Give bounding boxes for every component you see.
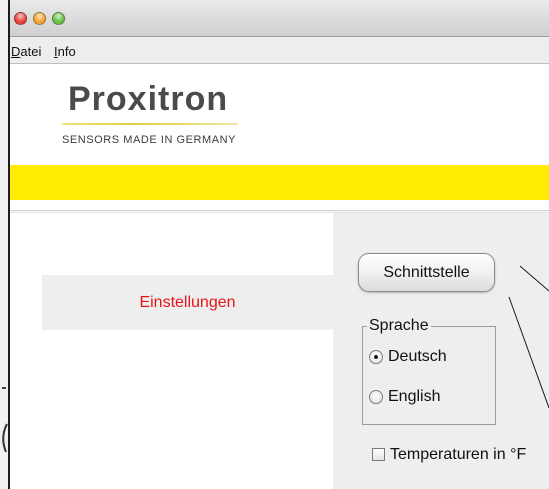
language-group bbox=[362, 326, 496, 425]
menu-datei[interactable]: Datei bbox=[11, 45, 41, 59]
brand-band bbox=[10, 165, 549, 200]
radio-english-label[interactable]: English bbox=[388, 389, 440, 405]
brand-tagline: SENSORS MADE IN GERMANY bbox=[62, 134, 237, 146]
minimize-icon[interactable] bbox=[33, 12, 46, 25]
brand-logo: Proxitron bbox=[68, 80, 229, 118]
fahrenheit-checkbox-label[interactable]: Temperaturen in °F bbox=[390, 447, 526, 463]
nav-item-label: Einstellungen bbox=[139, 293, 236, 311]
nav-item-einstellungen[interactable]: Einstellungen bbox=[42, 275, 333, 330]
radio-deutsch-label[interactable]: Deutsch bbox=[388, 349, 447, 365]
fahrenheit-checkbox[interactable] bbox=[372, 448, 385, 461]
radio-deutsch[interactable] bbox=[369, 350, 383, 364]
menu-bar bbox=[10, 37, 549, 64]
close-icon[interactable] bbox=[14, 12, 27, 25]
zoom-icon[interactable] bbox=[52, 12, 65, 25]
menu-info[interactable]: Info bbox=[54, 45, 76, 59]
background-fragment bbox=[2, 423, 8, 453]
logo-underline bbox=[62, 123, 238, 125]
interface-button[interactable]: Schnittstelle bbox=[358, 253, 495, 292]
title-bar[interactable] bbox=[10, 0, 549, 37]
language-group-legend: Sprache bbox=[367, 317, 431, 334]
radio-english[interactable] bbox=[369, 390, 383, 404]
